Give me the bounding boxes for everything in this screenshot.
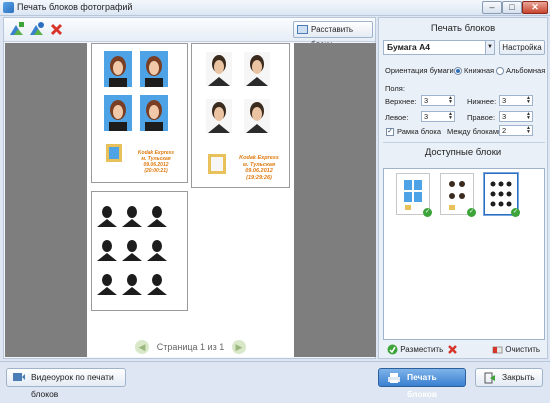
eraser-icon bbox=[492, 346, 503, 354]
block-thumb-3[interactable]: ✓ bbox=[484, 173, 520, 217]
check-icon: ✓ bbox=[467, 208, 476, 217]
block-2-caption: Kodak Express м. Тульская 09.06.2012 (19… bbox=[239, 155, 279, 181]
landscape-radio[interactable] bbox=[496, 67, 504, 75]
paper-value: Бумага А4 bbox=[387, 42, 431, 52]
title-bar: Печать блоков фотографий – □ ✕ bbox=[0, 0, 550, 16]
video-icon bbox=[13, 373, 25, 381]
delete-block-button[interactable] bbox=[48, 21, 65, 38]
available-blocks-list: ✓ ✓ ✓ bbox=[383, 168, 545, 340]
block-thumb-2[interactable]: ✓ bbox=[440, 173, 476, 217]
page-indicator: Страница 1 из 1 bbox=[156, 342, 225, 352]
photo-block-3[interactable] bbox=[91, 191, 188, 311]
place-button[interactable]: Разместить bbox=[387, 343, 443, 357]
bottom-margin-label: Нижнее: bbox=[467, 97, 497, 106]
orientation-label: Ориентация бумаги: bbox=[385, 66, 456, 75]
chevron-down-icon[interactable]: ▼ bbox=[485, 40, 495, 55]
clear-label: Очистить bbox=[505, 345, 541, 354]
green-check-icon bbox=[387, 344, 398, 355]
arrange-icon bbox=[297, 25, 308, 34]
bottom-margin-input[interactable]: 3 ▲ ▼ bbox=[499, 95, 533, 106]
photo-block-2[interactable]: Kodak Express м. Тульская 09.06.2012 (19… bbox=[191, 43, 290, 188]
maximize-button[interactable]: □ bbox=[502, 1, 522, 14]
paper-select[interactable]: Бумага А4 ▼ bbox=[383, 40, 495, 55]
window-title: Печать блоков фотографий bbox=[17, 2, 133, 12]
tutorial-button[interactable]: Видеоурок по печати блоков bbox=[6, 368, 126, 399]
section-divider bbox=[383, 142, 545, 143]
block-thumb-1[interactable]: ✓ bbox=[396, 173, 432, 217]
app-icon bbox=[3, 2, 14, 13]
next-page-icon[interactable]: ▶ bbox=[232, 340, 246, 354]
top-margin-label: Верхнее: bbox=[385, 97, 417, 106]
right-margin-input[interactable]: 3 ▲ ▼ bbox=[499, 111, 533, 122]
check-icon: ✓ bbox=[423, 208, 432, 217]
left-margin-input[interactable]: 3 ▲ ▼ bbox=[421, 111, 455, 122]
print-label: Печать блоков bbox=[407, 372, 438, 399]
between-blocks-label: Между блоками: bbox=[447, 127, 505, 136]
block-1-caption: Kodak Express м. Тульская 09.06.2012 (20… bbox=[137, 150, 175, 174]
add-block-button[interactable] bbox=[8, 21, 25, 38]
margins-label: Поля: bbox=[385, 84, 405, 93]
spinner-icon[interactable]: ▲ ▼ bbox=[447, 112, 454, 121]
spinner-icon[interactable]: ▲ ▼ bbox=[525, 96, 532, 105]
remove-button[interactable] bbox=[447, 343, 458, 357]
frame-checkbox[interactable]: ✓ bbox=[386, 128, 394, 136]
preview-canvas: Kodak Express м. Тульская 09.06.2012 (20… bbox=[5, 43, 376, 357]
clear-button[interactable]: Очистить bbox=[492, 343, 540, 357]
close-button[interactable]: Закрыть bbox=[475, 368, 543, 387]
bottom-bar: Видеоурок по печати блоков Печать блоков… bbox=[0, 361, 550, 399]
paper-page: Kodak Express м. Тульская 09.06.2012 (20… bbox=[87, 43, 294, 357]
spinner-icon[interactable]: ▲ ▼ bbox=[525, 112, 532, 121]
left-margin-label: Левое: bbox=[385, 113, 409, 122]
between-blocks-input[interactable]: 2 ▲ ▼ bbox=[499, 125, 533, 136]
add-photo-icon bbox=[10, 22, 24, 35]
exit-icon bbox=[484, 372, 495, 384]
frame-label: Рамка блока bbox=[397, 127, 441, 136]
close-label: Закрыть bbox=[502, 372, 535, 382]
landscape-label: Альбомная bbox=[506, 66, 546, 75]
top-margin-input[interactable]: 3 ▲ ▼ bbox=[421, 95, 455, 106]
spinner-icon[interactable]: ▲ ▼ bbox=[525, 126, 532, 135]
tutorial-label: Видеоурок по печати блоков bbox=[31, 372, 114, 399]
right-margin-label: Правое: bbox=[467, 113, 496, 122]
check-icon: ✓ bbox=[511, 208, 520, 217]
print-blocks-title: Печать блоков bbox=[430, 23, 496, 34]
prev-page-icon[interactable]: ◀ bbox=[135, 340, 149, 354]
minimize-button[interactable]: – bbox=[482, 1, 502, 14]
block-3-photos bbox=[97, 206, 167, 295]
place-label: Разместить bbox=[400, 345, 444, 354]
delete-icon bbox=[50, 23, 63, 36]
arrange-blocks-button[interactable]: Расставить блоки bbox=[293, 21, 373, 49]
photo-block-1[interactable]: Kodak Express м. Тульская 09.06.2012 (20… bbox=[91, 43, 188, 183]
pager: ◀ Страница 1 из 1 ▶ bbox=[87, 339, 294, 355]
red-x-icon bbox=[448, 345, 457, 355]
edit-block-button[interactable] bbox=[28, 21, 45, 38]
settings-button[interactable]: Настройка bbox=[499, 40, 545, 55]
printer-icon bbox=[388, 373, 400, 383]
preview-pane: Расставить блоки Kodak Express м. bbox=[3, 17, 376, 359]
settings-pane: Печать блоков Бумага А4 ▼ Настройка Орие… bbox=[378, 17, 548, 359]
portrait-radio[interactable] bbox=[454, 67, 462, 75]
print-blocks-button[interactable]: Печать блоков bbox=[378, 368, 466, 399]
portrait-label: Книжная bbox=[464, 66, 495, 75]
close-window-button[interactable]: ✕ bbox=[522, 1, 548, 14]
spinner-icon[interactable]: ▲ ▼ bbox=[447, 96, 454, 105]
preview-toolbar: Расставить блоки bbox=[4, 18, 375, 49]
edit-photo-icon bbox=[30, 22, 44, 35]
available-blocks-title: Доступные блоки bbox=[424, 147, 502, 158]
